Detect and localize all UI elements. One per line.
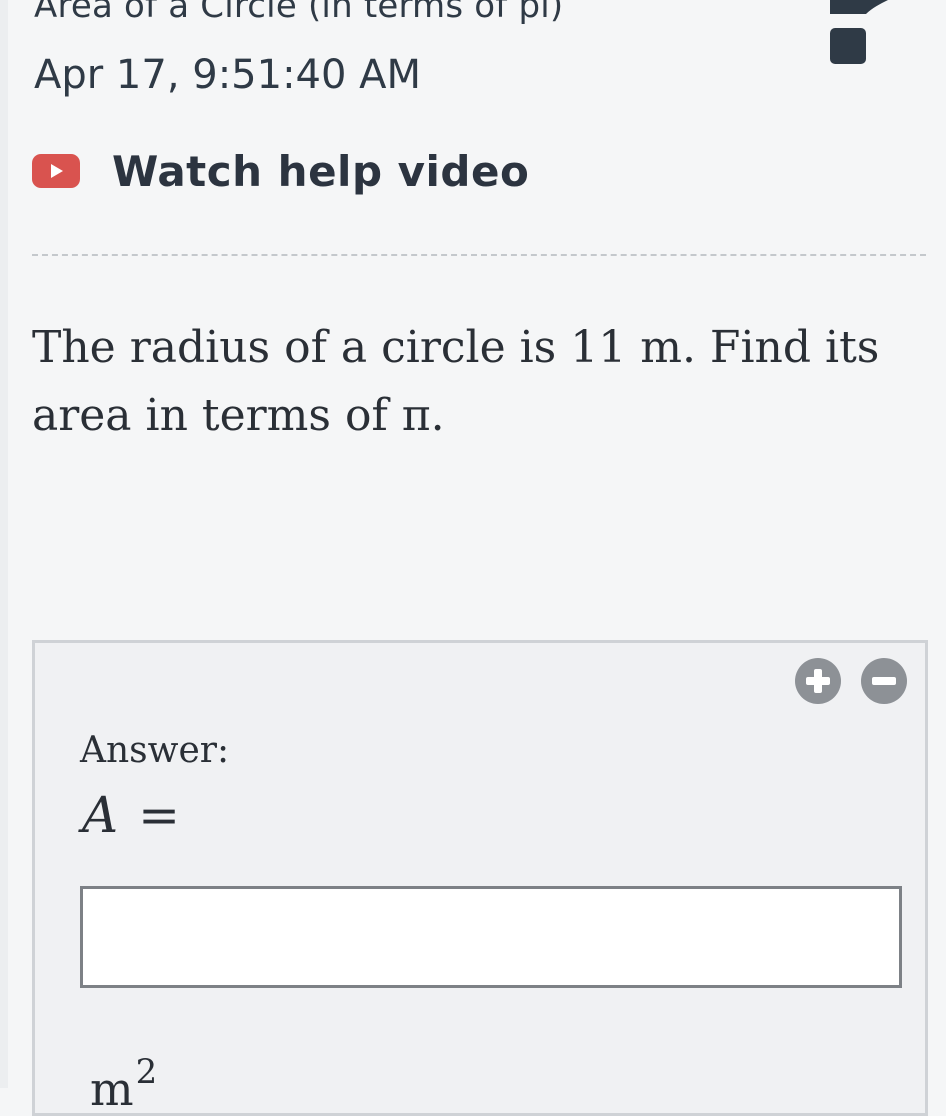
- timestamp: Apr 17, 9:51:40 AM: [34, 52, 422, 98]
- page-title: Area of a Circle (in terms of pi): [34, 0, 564, 26]
- flag-icon[interactable]: [826, 0, 890, 66]
- unit-base: m: [90, 1062, 134, 1116]
- question-text: The radius of a circle is 11 m. Find its…: [32, 314, 932, 450]
- zoom-out-icon: [872, 677, 896, 685]
- dashed-divider: [32, 254, 926, 256]
- area-variable: A: [82, 786, 119, 844]
- answer-label: Answer:: [80, 730, 230, 771]
- equals-sign: =: [138, 786, 181, 844]
- unit-label: m2: [90, 1052, 157, 1116]
- zoom-in-icon-vertical: [814, 669, 822, 693]
- question-part-3: .: [430, 390, 445, 441]
- answer-equation: A =: [82, 786, 180, 844]
- zoom-in-button[interactable]: [795, 658, 841, 704]
- question-radius-value: 11: [570, 322, 627, 373]
- zoom-out-button[interactable]: [861, 658, 907, 704]
- play-video-icon: [32, 154, 80, 188]
- answer-input[interactable]: [80, 886, 902, 988]
- page-edge: [0, 0, 8, 1088]
- answer-panel: [32, 640, 928, 1116]
- pi-symbol: π: [401, 390, 431, 441]
- unit-exponent: 2: [135, 1052, 158, 1092]
- help-video-label: Watch help video: [112, 146, 530, 196]
- watch-help-video-link[interactable]: Watch help video: [32, 146, 529, 196]
- question-part-1: The radius of a circle is: [32, 322, 571, 373]
